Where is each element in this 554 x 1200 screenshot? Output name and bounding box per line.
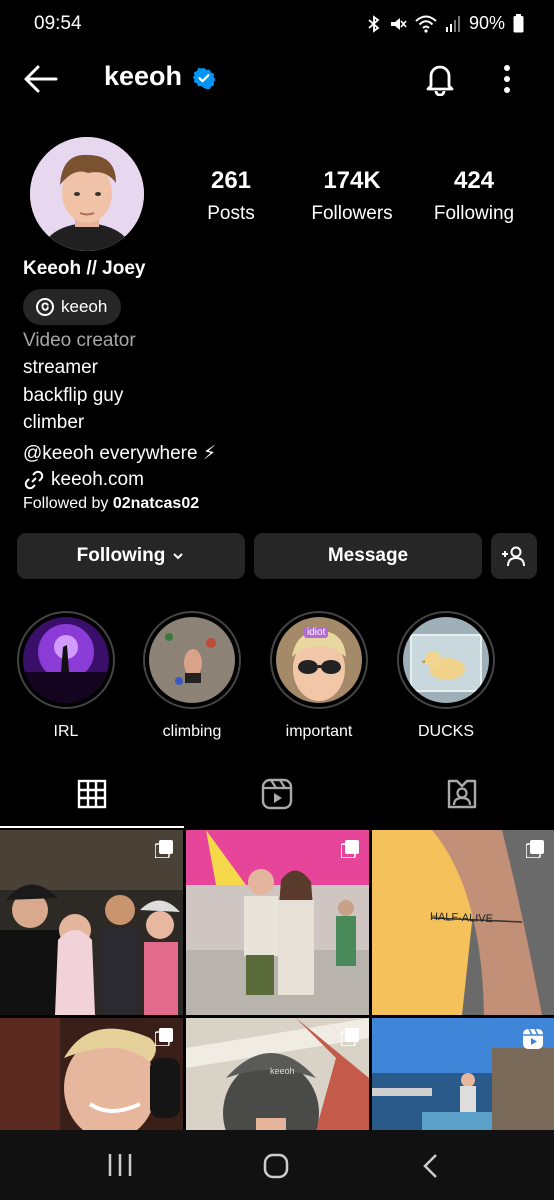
profile-avatar[interactable]: [30, 137, 144, 251]
following-stat[interactable]: 424 Following: [414, 167, 534, 225]
avatar-photo: [30, 137, 144, 251]
link-icon: [24, 470, 44, 490]
highlight-label: IRL: [53, 723, 79, 740]
followed-by-prefix: Followed by: [23, 495, 113, 512]
highlight-label: important: [285, 723, 353, 740]
following-button-label: Following: [76, 545, 166, 566]
followers-label: Followers: [311, 203, 393, 224]
bluetooth-icon: [368, 14, 380, 33]
verified-badge-icon: [193, 68, 215, 89]
threads-handle: keeoh: [61, 297, 108, 316]
followers-count: 174K: [323, 167, 381, 194]
highlight-irl[interactable]: IRL: [16, 611, 116, 741]
back-arrow-icon[interactable]: [22, 60, 60, 98]
highlight-cover: [23, 617, 109, 703]
highlight-cover: [403, 617, 489, 703]
posts-count: 261: [210, 167, 252, 194]
highlight-ring: [143, 611, 241, 709]
posts-label: Posts: [207, 203, 255, 224]
threads-badge[interactable]: keeoh: [23, 289, 122, 325]
post-tile[interactable]: HALF·ALIVE: [372, 830, 554, 1015]
post-overlay-text: keeoh: [270, 1066, 295, 1076]
bio-line: climber: [23, 412, 85, 433]
posts-stat[interactable]: 261 Posts: [171, 167, 291, 225]
system-nav-bar: [0, 1130, 554, 1200]
tab-reels[interactable]: [185, 762, 369, 826]
add-person-icon: [502, 546, 525, 567]
followed-by[interactable]: Followed by 02natcas02: [23, 495, 199, 513]
recent-apps-icon[interactable]: [106, 1152, 134, 1178]
mute-icon: [390, 17, 407, 30]
highlight-label: DUCKS: [417, 723, 474, 740]
following-button[interactable]: Following: [17, 533, 245, 579]
profile-tabs: [0, 762, 554, 828]
status-bar: 09:54 90%: [0, 0, 554, 48]
reels-icon: [261, 778, 293, 810]
suggest-users-button[interactable]: [491, 533, 537, 579]
post-tile[interactable]: [0, 1018, 183, 1130]
tab-tagged[interactable]: [370, 762, 554, 826]
tab-grid[interactable]: [0, 762, 184, 828]
notification-bell-icon[interactable]: [422, 60, 458, 96]
tagged-icon: [447, 779, 477, 809]
highlight-ring: [17, 611, 115, 709]
battery-percent: 90%: [468, 13, 505, 33]
status-time: 09:54: [34, 13, 82, 34]
followers-stat[interactable]: 174K Followers: [292, 167, 412, 225]
post-tile[interactable]: [372, 1018, 554, 1130]
message-button-label: Message: [327, 545, 409, 566]
signal-icon: [445, 15, 460, 32]
battery-icon: [513, 14, 524, 33]
message-button[interactable]: Message: [254, 533, 482, 579]
highlight-climbing[interactable]: climbing: [142, 611, 242, 741]
profile-header: keeoh: [0, 48, 554, 110]
highlight-important[interactable]: idiot important: [269, 611, 369, 741]
post-tile[interactable]: keeoh: [186, 1018, 369, 1130]
highlight-ring: idiot: [270, 611, 368, 709]
highlight-ring: [397, 611, 495, 709]
status-icons: 90%: [367, 13, 524, 34]
wifi-icon: [415, 15, 437, 33]
bio-line: streamer: [23, 357, 98, 378]
post-grid: HALF·ALIVE keeoh: [0, 830, 554, 1130]
chevron-down-icon: [173, 553, 184, 560]
bio-line: @keeoh everywhere ⚡︎: [23, 443, 217, 464]
header-username: keeoh: [104, 61, 183, 91]
highlight-sticker: idiot: [304, 627, 329, 638]
multi-post-icon: [341, 840, 359, 858]
following-count: 424: [453, 167, 495, 194]
highlight-cover: [149, 617, 235, 703]
link-text: keeoh.com: [51, 469, 144, 490]
profile-link[interactable]: keeoh.com: [23, 469, 144, 491]
post-tile[interactable]: [0, 830, 183, 1015]
grid-icon: [77, 779, 107, 809]
post-overlay-text: HALF·ALIVE: [429, 910, 494, 926]
followed-by-user: 02natcas02: [112, 495, 200, 512]
home-icon[interactable]: [262, 1152, 290, 1180]
threads-icon: [36, 298, 54, 316]
more-options-icon[interactable]: [495, 61, 519, 97]
profile-category: Video creator: [23, 330, 136, 351]
multi-post-icon: [341, 1028, 359, 1046]
bio-line: backflip guy: [23, 385, 124, 406]
following-label: Following: [433, 203, 515, 224]
display-name: Keeoh // Joey: [23, 258, 146, 279]
back-icon[interactable]: [420, 1152, 442, 1180]
multi-post-icon: [155, 1028, 173, 1046]
post-tile[interactable]: [186, 830, 369, 1015]
highlight-label: climbing: [162, 723, 222, 740]
highlight-ducks[interactable]: DUCKS: [396, 611, 496, 741]
reel-icon: [523, 1028, 543, 1049]
highlight-cover: idiot: [276, 617, 362, 703]
multi-post-icon: [155, 840, 173, 858]
multi-post-icon: [526, 840, 544, 858]
